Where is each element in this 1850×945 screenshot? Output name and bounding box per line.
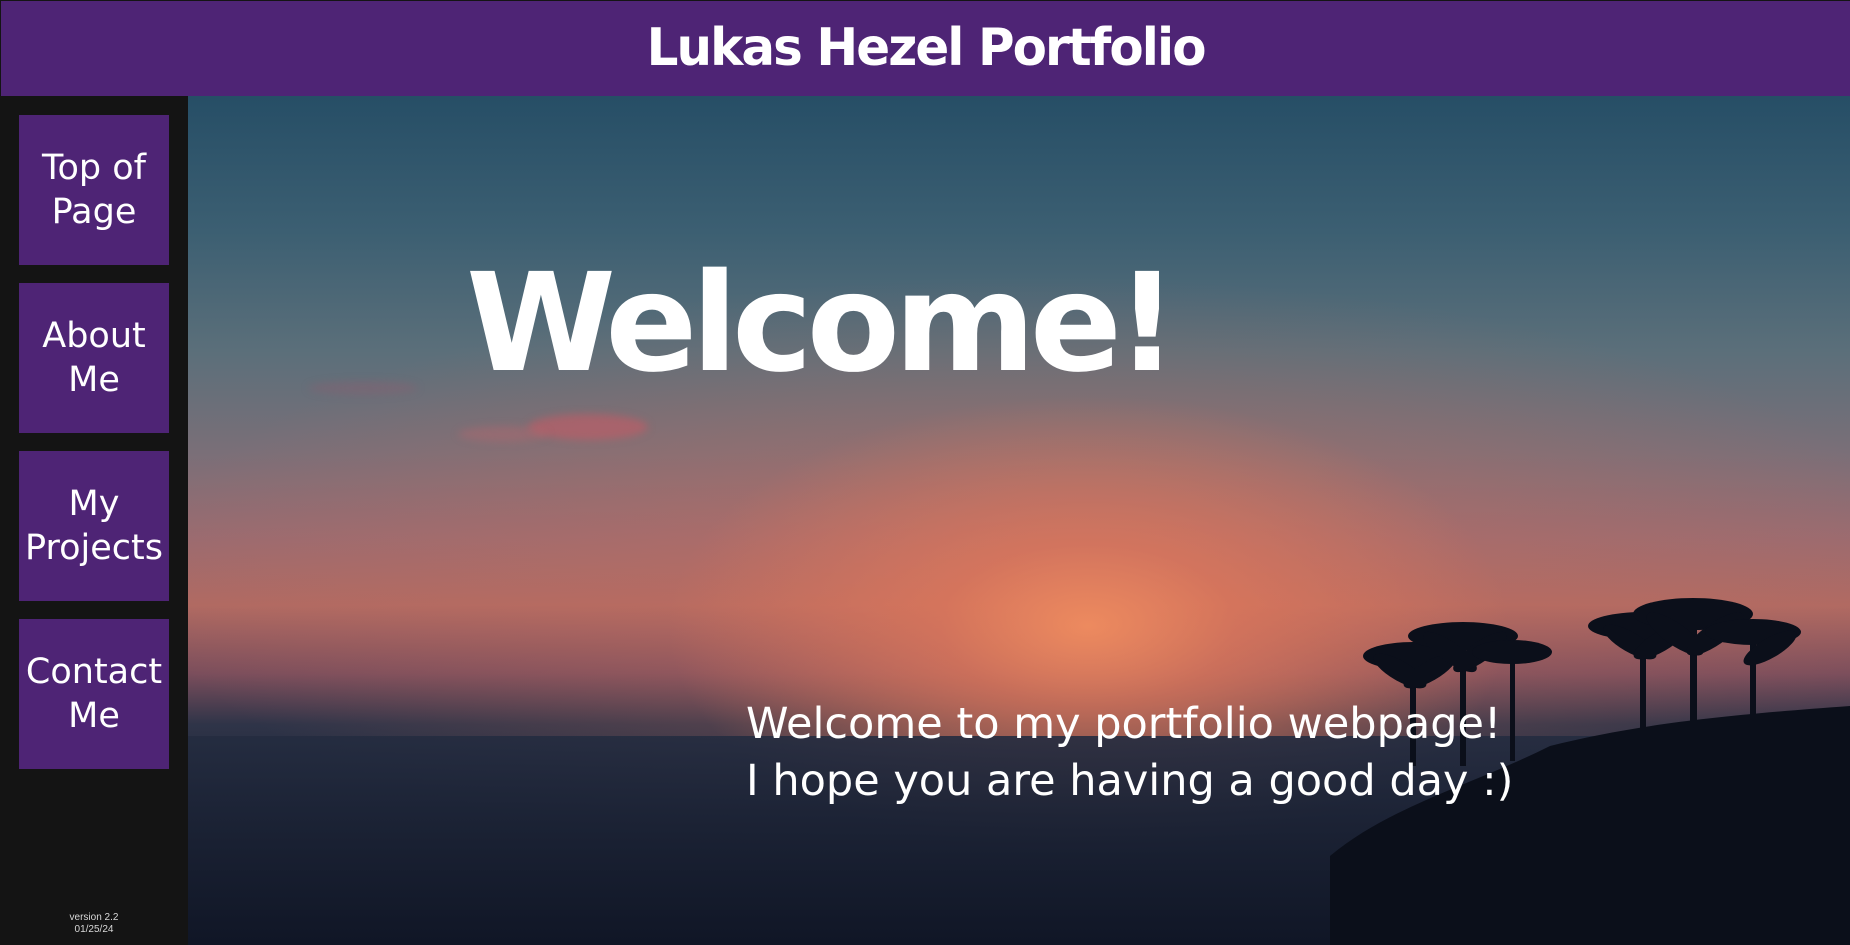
nav-button-label: My Projects	[25, 484, 163, 568]
hero-title: Welcome!	[466, 245, 1178, 403]
sky-cloud	[458, 426, 548, 442]
page-header: Lukas Hezel Portfolio	[1, 1, 1850, 96]
nav-button-contact-me[interactable]: Contact Me	[19, 619, 169, 769]
nav-button-label: About Me	[42, 316, 146, 400]
nav-button-label: Top of Page	[42, 148, 146, 232]
version-date: 01/25/24	[74, 924, 114, 935]
hero-message-line-2: I hope you are having a good day :)	[746, 756, 1514, 806]
hero-section: Welcome! Welcome to my portfolio webpage…	[188, 96, 1850, 945]
version-number: version 2.2	[69, 912, 119, 923]
sidebar-nav: Top of Page About Me My Projects Contact…	[0, 96, 188, 945]
page-title: Lukas Hezel Portfolio	[646, 17, 1207, 78]
nav-button-my-projects[interactable]: My Projects	[19, 451, 169, 601]
nav-button-label: Contact Me	[25, 652, 163, 736]
hero-message-line-1: Welcome to my portfolio webpage!	[746, 699, 1502, 749]
nav-button-about-me[interactable]: About Me	[19, 283, 169, 433]
sky-cloud	[308, 381, 418, 395]
nav-button-top-of-page[interactable]: Top of Page	[19, 115, 169, 265]
version-info: version 2.2 01/25/24	[0, 912, 188, 936]
hero-message: Welcome to my portfolio webpage! I hope …	[746, 696, 1513, 810]
